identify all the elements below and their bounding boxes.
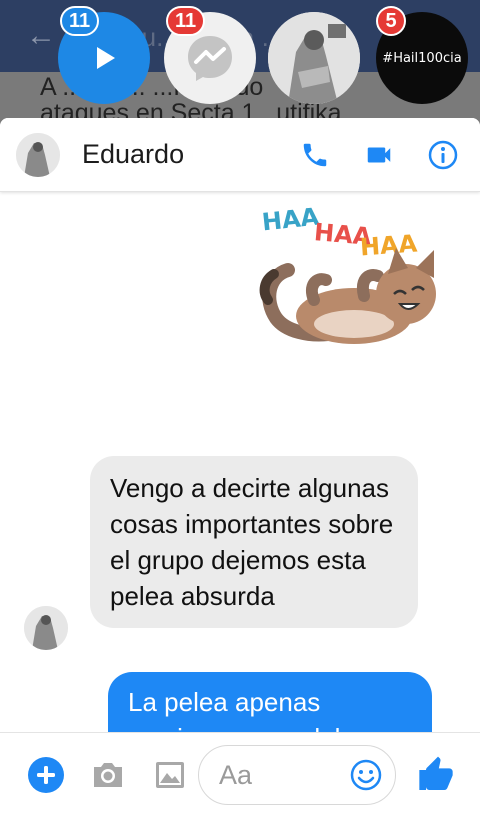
chat-head-page[interactable]: #Hail100cia 5 (376, 6, 468, 104)
chat-window: Eduardo HAA HAA HAA Vengo a decirte algu… (0, 118, 480, 816)
message-composer: Aa (0, 732, 480, 816)
play-icon (97, 47, 115, 69)
video-call-button[interactable] (354, 130, 404, 180)
emoji-icon (350, 759, 382, 791)
chat-head-video[interactable]: 11 (58, 6, 150, 104)
messenger-icon (188, 36, 232, 81)
screen: ← ...u... ...ncia ... ...c A ...stru... … (0, 0, 480, 816)
contact-avatar (268, 12, 360, 104)
camera-icon (94, 763, 122, 787)
camera-button[interactable] (86, 753, 130, 797)
chat-head-badge: 11 (60, 6, 100, 36)
phone-icon (303, 143, 327, 166)
chat-head-contact[interactable] (268, 12, 360, 104)
thumbs-up-icon (419, 756, 453, 790)
plus-icon (28, 757, 64, 793)
info-button[interactable] (418, 130, 468, 180)
chat-head-badge: 11 (166, 6, 206, 36)
background-back-icon[interactable]: ← (26, 18, 56, 54)
page-hashtag-label: #Hail100cia (382, 50, 462, 66)
avatar[interactable] (16, 132, 60, 177)
gallery-button[interactable] (148, 753, 192, 797)
more-actions-button[interactable] (24, 753, 68, 797)
message-placeholder: Aa (219, 760, 253, 790)
chat-header: Eduardo (0, 118, 480, 192)
message-input[interactable]: Aa (198, 745, 396, 805)
contact-name[interactable]: Eduardo (82, 139, 290, 170)
gallery-icon (156, 762, 184, 788)
outgoing-message-bubble[interactable]: La pelea apenas comienza pero debo aplau… (108, 672, 432, 732)
laughing-cat-sticker[interactable]: HAA HAA HAA (256, 196, 456, 366)
sender-avatar[interactable] (24, 606, 68, 650)
video-camera-icon (367, 147, 391, 162)
info-icon (428, 140, 458, 169)
chat-head-messenger[interactable]: 11 (164, 6, 256, 104)
emoji-button[interactable] (347, 756, 385, 794)
contact-photo (16, 132, 60, 177)
message-list[interactable]: HAA HAA HAA Vengo a decirte algunas cosa… (0, 192, 480, 732)
sticker-text-3: HAA (359, 229, 418, 261)
call-button[interactable] (290, 130, 340, 180)
chat-head-badge: 5 (376, 6, 406, 36)
sticker-text-1: HAA (261, 203, 321, 237)
like-button[interactable] (414, 753, 458, 797)
sender-photo (24, 606, 68, 650)
incoming-message-bubble[interactable]: Vengo a decirte algunas cosas importante… (90, 456, 418, 628)
